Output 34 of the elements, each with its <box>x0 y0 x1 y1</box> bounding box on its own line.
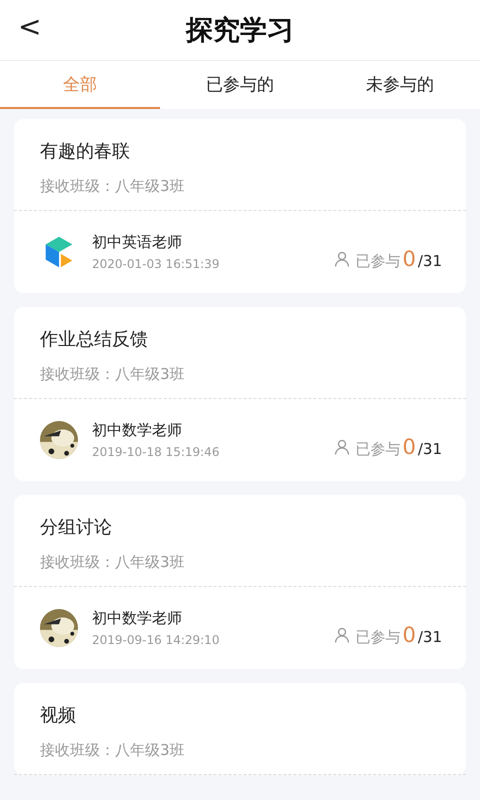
task-title: 作业总结反馈 <box>40 328 149 351</box>
page-title: 探究学习 <box>186 14 294 48</box>
task-card[interactable]: 有趣的春联 接收班级：八年级3班 初中英语老师 2020-01-03 16:51:39 已参与 0/31 <box>14 119 466 293</box>
teacher-name: 初中数学老师 <box>92 421 183 440</box>
task-card[interactable]: 分组讨论 接收班级：八年级3班 初中数学老师 2019-09-16 14:29:10 已参与 0/31 <box>14 495 466 669</box>
post-time: 2020-01-03 16:51:39 <box>92 257 220 271</box>
total-count: /31 <box>418 628 442 646</box>
task-title: 视频 <box>40 704 77 727</box>
class-label: 接收班级：八年级3班 <box>40 741 186 760</box>
back-button[interactable]: < <box>12 10 48 43</box>
person-icon <box>334 251 350 267</box>
post-time: 2019-10-18 15:19:46 <box>92 445 220 459</box>
class-label: 接收班级：八年级3班 <box>40 365 186 384</box>
total-count: /31 <box>418 252 442 270</box>
teacher-name: 初中数学老师 <box>92 609 183 628</box>
class-label: 接收班级：八年级3班 <box>40 553 186 572</box>
person-icon <box>334 627 350 643</box>
task-title: 有趣的春联 <box>40 140 131 163</box>
task-card[interactable]: 视频 接收班级：八年级3班 <box>14 683 466 775</box>
class-label: 接收班级：八年级3班 <box>40 177 186 196</box>
joined-label: 已参与 <box>355 252 400 271</box>
joined-count: 0 <box>402 623 416 647</box>
joined-label: 已参与 <box>355 440 400 459</box>
task-title: 分组讨论 <box>40 516 113 539</box>
joined-label: 已参与 <box>355 628 400 647</box>
teacher-name: 初中英语老师 <box>92 233 183 252</box>
total-count: /31 <box>418 440 442 458</box>
joined-count: 0 <box>402 247 416 271</box>
tab[interactable]: 未参与的 <box>320 61 480 109</box>
person-icon <box>334 439 350 455</box>
tab[interactable]: 已参与的 <box>160 61 320 109</box>
post-time: 2019-09-16 14:29:10 <box>92 633 220 647</box>
task-card[interactable]: 作业总结反馈 接收班级：八年级3班 初中数学老师 2019-10-18 15:19:46 已参与 0/31 <box>14 307 466 481</box>
joined-count: 0 <box>402 435 416 459</box>
